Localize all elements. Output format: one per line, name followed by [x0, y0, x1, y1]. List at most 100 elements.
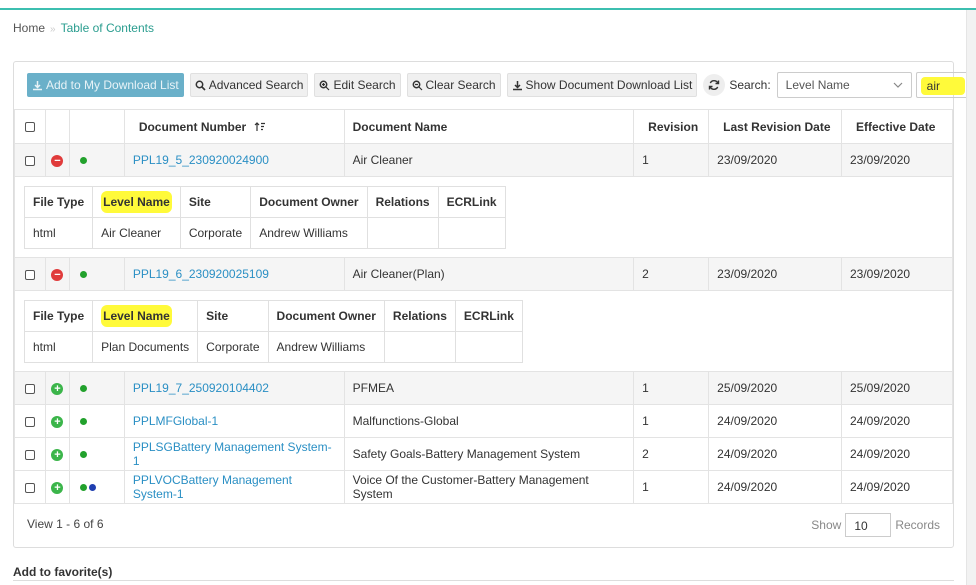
- status-dot-icon: [79, 385, 87, 393]
- top-accent-bar: [0, 0, 976, 10]
- expand-icon[interactable]: +: [51, 481, 64, 494]
- document-number-link[interactable]: PPLMFGlobal-1: [133, 414, 218, 428]
- document-number-cell: PPL19_7_250920104402: [123, 371, 345, 405]
- row-checkbox[interactable]: [24, 449, 35, 460]
- select-all-checkbox[interactable]: [24, 122, 35, 133]
- document-name-cell: Air Cleaner: [343, 143, 635, 177]
- document-name-cell: Air Cleaner(Plan): [343, 257, 635, 291]
- expand-icon[interactable]: +: [51, 415, 64, 428]
- row-checkbox-cell: [14, 257, 46, 291]
- search-label: Search:: [729, 78, 771, 92]
- status-dot-icon: [79, 157, 87, 165]
- effective-date-cell: 24/09/2020: [841, 404, 953, 438]
- favorites-divider: [13, 580, 954, 581]
- col-last-revision-date[interactable]: Last Revision Date: [708, 109, 842, 144]
- refresh-button[interactable]: [703, 74, 726, 96]
- effective-date-cell: 24/09/2020: [841, 437, 953, 471]
- col-document-name[interactable]: Document Name: [343, 109, 635, 144]
- expand-icon[interactable]: +: [51, 448, 64, 461]
- revision-cell: 2: [633, 437, 710, 471]
- sub-col-file-type: File Type: [23, 300, 94, 332]
- detail-ecrlink: [454, 331, 523, 363]
- status-dot-icon: [79, 271, 87, 279]
- document-number-link[interactable]: PPL19_6_230920025109: [133, 267, 269, 281]
- select-all-cell: [14, 109, 46, 144]
- sub-col-document-owner: Document Owner: [250, 186, 368, 218]
- detail-site: Corporate: [197, 331, 269, 363]
- effective-date-cell: 23/09/2020: [841, 257, 953, 291]
- table-row[interactable]: + PPLMFGlobal-1 Malfunctions-Global 1 24…: [14, 404, 953, 438]
- pager: View 1 - 6 of 6 Show 10 Records: [14, 503, 953, 547]
- document-number-link[interactable]: PPL19_7_250920104402: [133, 381, 269, 395]
- row-checkbox[interactable]: [24, 383, 35, 394]
- detail-level-name: Air Cleaner: [92, 217, 181, 249]
- table-row[interactable]: − PPL19_5_230920024900 Air Cleaner 1 23/…: [14, 143, 953, 177]
- sub-col-ecrlink: ECRLink: [437, 186, 506, 218]
- row-detail-holder: File Type Level Name Site Document Owner…: [14, 176, 953, 258]
- row-checkbox-cell: [14, 404, 46, 438]
- show-label: Show: [811, 518, 842, 532]
- document-name-cell: PFMEA: [343, 371, 635, 405]
- status-cell: [68, 404, 125, 438]
- col-document-number-label: Document Number: [138, 119, 247, 134]
- effective-date-cell: 24/09/2020: [841, 470, 953, 504]
- collapse-icon[interactable]: −: [51, 154, 64, 167]
- sort-icon[interactable]: [254, 122, 266, 132]
- sub-col-file-type: File Type: [23, 186, 94, 218]
- search-field-select[interactable]: Level Name: [776, 72, 912, 98]
- breadcrumb-current[interactable]: Table of Contents: [61, 21, 154, 35]
- page-size-control: Show 10 Records: [811, 513, 940, 537]
- expand-cell: +: [44, 404, 70, 438]
- advanced-search-button[interactable]: Advanced Search: [189, 73, 309, 97]
- breadcrumb: Home » Table of Contents: [13, 21, 154, 35]
- vertical-scrollbar[interactable]: [966, 10, 976, 585]
- table-row[interactable]: + PPLSGBattery Management System-1 Safet…: [14, 437, 953, 471]
- document-number-link[interactable]: PPL19_5_230920024900: [133, 153, 269, 167]
- row-checkbox[interactable]: [24, 482, 35, 493]
- detail-ecrlink: [437, 217, 506, 249]
- document-number-link[interactable]: PPLVOCBattery Management System-1: [133, 473, 292, 501]
- status-dot-icon: [88, 484, 96, 492]
- col-revision[interactable]: Revision: [633, 109, 710, 144]
- document-number-cell: PPL19_6_230920025109: [123, 257, 345, 291]
- sub-col-level-name: Level Name: [92, 300, 199, 332]
- row-checkbox[interactable]: [24, 155, 35, 166]
- table-row[interactable]: − PPL19_6_230920025109 Air Cleaner(Plan)…: [14, 257, 953, 291]
- row-checkbox-cell: [14, 437, 46, 471]
- detail-file-type: html: [23, 217, 94, 249]
- status-header: [68, 109, 125, 144]
- document-panel: Add to My Download List Advanced Search …: [13, 61, 968, 548]
- col-effective-date[interactable]: Effective Date: [841, 109, 953, 144]
- breadcrumb-home[interactable]: Home: [13, 21, 45, 35]
- col-document-number[interactable]: Document Number: [123, 109, 345, 144]
- clear-search-button[interactable]: Clear Search: [406, 73, 501, 97]
- page-size-input[interactable]: 10: [845, 513, 892, 537]
- status-cell: [68, 371, 125, 405]
- document-number-cell: PPLSGBattery Management System-1: [123, 437, 345, 471]
- document-name-cell: Voice Of the Customer-Battery Management…: [343, 470, 635, 504]
- detail-site: Corporate: [179, 217, 252, 249]
- edit-search-button[interactable]: Edit Search: [314, 73, 401, 97]
- status-dot-icon: [79, 484, 87, 492]
- status-dot-icon: [79, 418, 87, 426]
- sub-col-ecrlink: ECRLink: [454, 300, 523, 332]
- row-checkbox[interactable]: [24, 416, 35, 427]
- revision-cell: 1: [633, 470, 710, 504]
- sub-col-site: Site: [179, 186, 252, 218]
- table-row[interactable]: + PPLVOCBattery Management System-1 Voic…: [14, 470, 953, 504]
- document-number-link[interactable]: PPLSGBattery Management System-1: [133, 440, 332, 468]
- show-download-list-label: Show Document Download List: [525, 78, 693, 92]
- row-checkbox[interactable]: [24, 269, 35, 280]
- row-detail-holder: File Type Level Name Site Document Owner…: [14, 290, 953, 372]
- add-to-download-list-button[interactable]: Add to My Download List: [27, 73, 184, 97]
- last-revision-date-cell: 23/09/2020: [708, 143, 842, 177]
- show-download-list-button[interactable]: Show Document Download List: [506, 73, 698, 97]
- add-to-favorites-heading[interactable]: Add to favorite(s): [13, 565, 112, 579]
- collapse-icon[interactable]: −: [51, 268, 64, 281]
- row-checkbox-cell: [14, 371, 46, 405]
- expand-icon[interactable]: +: [51, 382, 64, 395]
- table-row[interactable]: + PPL19_7_250920104402 PFMEA 1 25/09/202…: [14, 371, 953, 405]
- row-checkbox-cell: [14, 470, 46, 504]
- last-revision-date-cell: 24/09/2020: [708, 470, 842, 504]
- search-input[interactable]: air: [915, 72, 968, 98]
